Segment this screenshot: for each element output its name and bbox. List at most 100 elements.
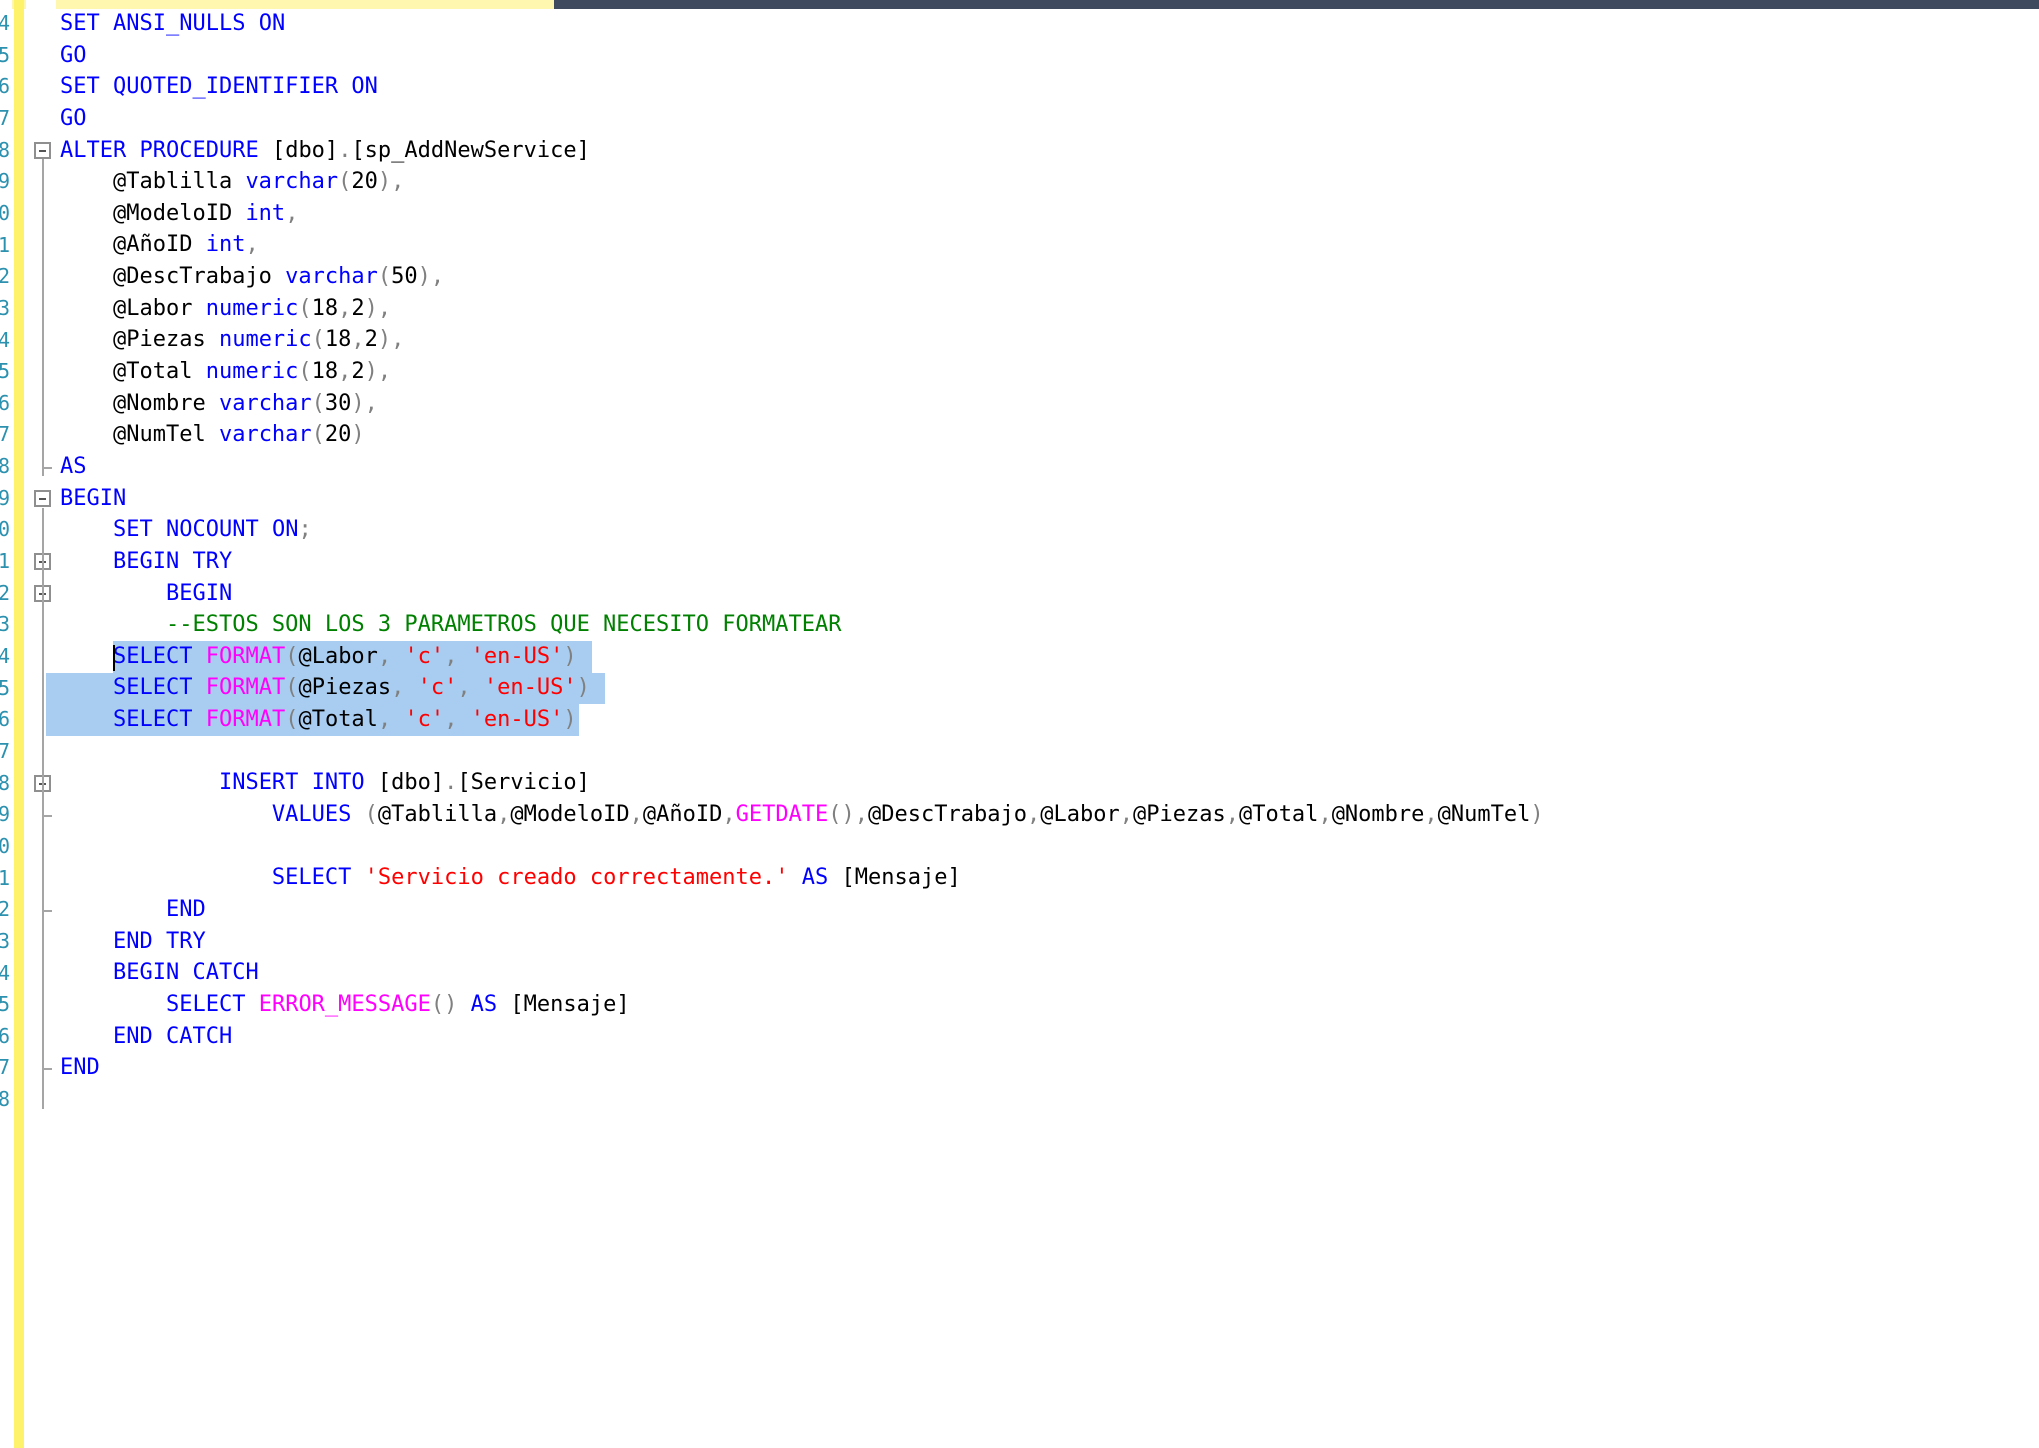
code-line[interactable] xyxy=(60,831,2039,863)
code-token: @Tablilla xyxy=(60,169,246,195)
code-token: SELECT xyxy=(112,643,193,669)
code-line[interactable]: --ESTOS SON LOS 3 PARAMETROS QUE NECESIT… xyxy=(60,609,2039,641)
code-line[interactable]: END CATCH xyxy=(60,1021,2039,1053)
line-number: 6 xyxy=(0,74,10,99)
code-token: SET xyxy=(112,517,153,543)
code-token: ) xyxy=(351,422,365,448)
code-token: @Total xyxy=(60,359,206,385)
code-line[interactable]: GO xyxy=(60,103,2039,135)
code-token: FORMAT xyxy=(205,675,286,701)
code-line[interactable]: GO xyxy=(60,40,2039,72)
code-line[interactable]: SELECT FORMAT(@Piezas, 'c', 'en-US') xyxy=(60,672,2039,704)
code-line[interactable]: BEGIN CATCH xyxy=(60,957,2039,989)
text-caret xyxy=(113,645,116,671)
code-line[interactable]: @ModeloID int, xyxy=(60,198,2039,230)
collapse-region-icon[interactable] xyxy=(34,490,51,508)
outline-guide-line xyxy=(42,792,44,825)
code-token: , xyxy=(1225,802,1239,828)
code-token: ON xyxy=(351,74,378,100)
code-line[interactable]: VALUES (@Tablilla,@ModeloID,@AñoID,GETDA… xyxy=(60,799,2039,831)
code-line[interactable]: SELECT ERROR_MESSAGE() AS [Mensaje] xyxy=(60,989,2039,1021)
code-line[interactable]: END TRY xyxy=(60,926,2039,958)
code-line[interactable]: @Labor numeric(18,2), xyxy=(60,293,2039,325)
code-token: [Mensaje] xyxy=(497,991,630,1017)
code-line[interactable]: SELECT FORMAT(@Labor, 'c', 'en-US') xyxy=(60,641,2039,673)
code-line[interactable]: BEGIN xyxy=(60,483,2039,515)
code-line[interactable]: ALTER PROCEDURE [dbo].[sp_AddNewService] xyxy=(60,135,2039,167)
line-number: 7 xyxy=(0,422,10,447)
code-token: ( xyxy=(351,802,378,828)
code-line[interactable]: SELECT 'Servicio creado correctamente.' … xyxy=(60,862,2039,894)
outline-guide-line xyxy=(42,602,44,920)
code-token: ( xyxy=(285,707,299,733)
line-number: 4 xyxy=(0,644,10,668)
code-token: . xyxy=(444,770,458,796)
code-token: TRY xyxy=(165,928,206,954)
code-token: ON xyxy=(271,517,299,543)
code-token: ( xyxy=(285,643,299,669)
code-token: 18 xyxy=(311,359,339,385)
code-line[interactable]: BEGIN xyxy=(60,578,2039,610)
line-number: 5 xyxy=(0,42,10,67)
code-token: ANSI_NULLS xyxy=(113,11,246,36)
code-line[interactable]: @Total numeric(18,2), xyxy=(60,356,2039,388)
code-token: BEGIN xyxy=(112,960,180,986)
line-number: 4 xyxy=(0,11,10,35)
code-token: 20 xyxy=(324,422,352,448)
code-line[interactable]: SELECT FORMAT(@Total, 'c', 'en-US') xyxy=(60,704,2039,736)
code-token: ( xyxy=(311,390,325,416)
code-token: ) xyxy=(1530,802,1544,828)
line-number: 9 xyxy=(0,485,10,510)
code-line[interactable]: @Nombre varchar(30), xyxy=(60,388,2039,420)
line-number: 1 xyxy=(0,865,10,890)
outline-end-tick xyxy=(42,1068,52,1071)
code-line[interactable]: INSERT INTO [dbo].[Servicio] xyxy=(60,767,2039,799)
code-token: . xyxy=(338,137,352,163)
collapse-region-icon[interactable] xyxy=(34,141,51,159)
code-token: ( xyxy=(285,675,299,701)
code-line[interactable]: @NumTel varchar(20) xyxy=(60,419,2039,451)
code-line[interactable]: BEGIN TRY xyxy=(60,546,2039,578)
line-number: 3 xyxy=(0,295,10,320)
code-token: @Labor xyxy=(1040,802,1120,828)
code-line[interactable]: SET QUOTED_IDENTIFIER ON xyxy=(60,71,2039,103)
code-line[interactable]: END xyxy=(60,894,2039,926)
code-line[interactable]: END xyxy=(60,1052,2039,1084)
code-line[interactable]: @Tablilla varchar(20), xyxy=(60,166,2039,198)
code-line[interactable]: @AñoID int, xyxy=(60,229,2039,261)
code-token: ), xyxy=(377,169,405,195)
code-line[interactable]: SET NOCOUNT ON; xyxy=(60,514,2039,546)
code-token: , xyxy=(444,707,471,733)
code-token: ), xyxy=(377,327,405,353)
code-token: @Piezas xyxy=(298,675,392,701)
code-line[interactable]: SET ANSI_NULLS ON xyxy=(60,8,2039,40)
code-token: PROCEDURE xyxy=(139,137,259,163)
code-token: [dbo] xyxy=(258,137,339,163)
code-token: INTO xyxy=(311,770,365,796)
code-line[interactable] xyxy=(60,736,2039,768)
code-line[interactable]: AS xyxy=(60,451,2039,483)
code-token: CATCH xyxy=(165,1023,233,1049)
code-area[interactable]: SET ANSI_NULLS ON GO SET QUOTED_IDENTIFIER… xyxy=(46,8,2039,1116)
line-number: 1 xyxy=(0,232,10,257)
code-token: , xyxy=(351,327,365,353)
code-line[interactable]: @DescTrabajo varchar(50), xyxy=(60,261,2039,293)
code-line[interactable]: @Piezas numeric(18,2), xyxy=(60,324,2039,356)
line-number: 6 xyxy=(0,707,10,732)
sql-code-editor[interactable]: 4 5 6 7 8 9 0 1 2 3 4 5 6 7 8 9 0 1 2 3 4 5 6 7 8 9 0 1 2 3 4 5 6 7 8 SET … xyxy=(0,0,2039,1448)
line-number: 9 xyxy=(0,802,10,827)
line-number: 8 xyxy=(0,137,10,162)
code-line[interactable] xyxy=(60,1084,2039,1116)
code-token: , xyxy=(338,359,352,385)
code-token: 'c' xyxy=(404,643,445,669)
